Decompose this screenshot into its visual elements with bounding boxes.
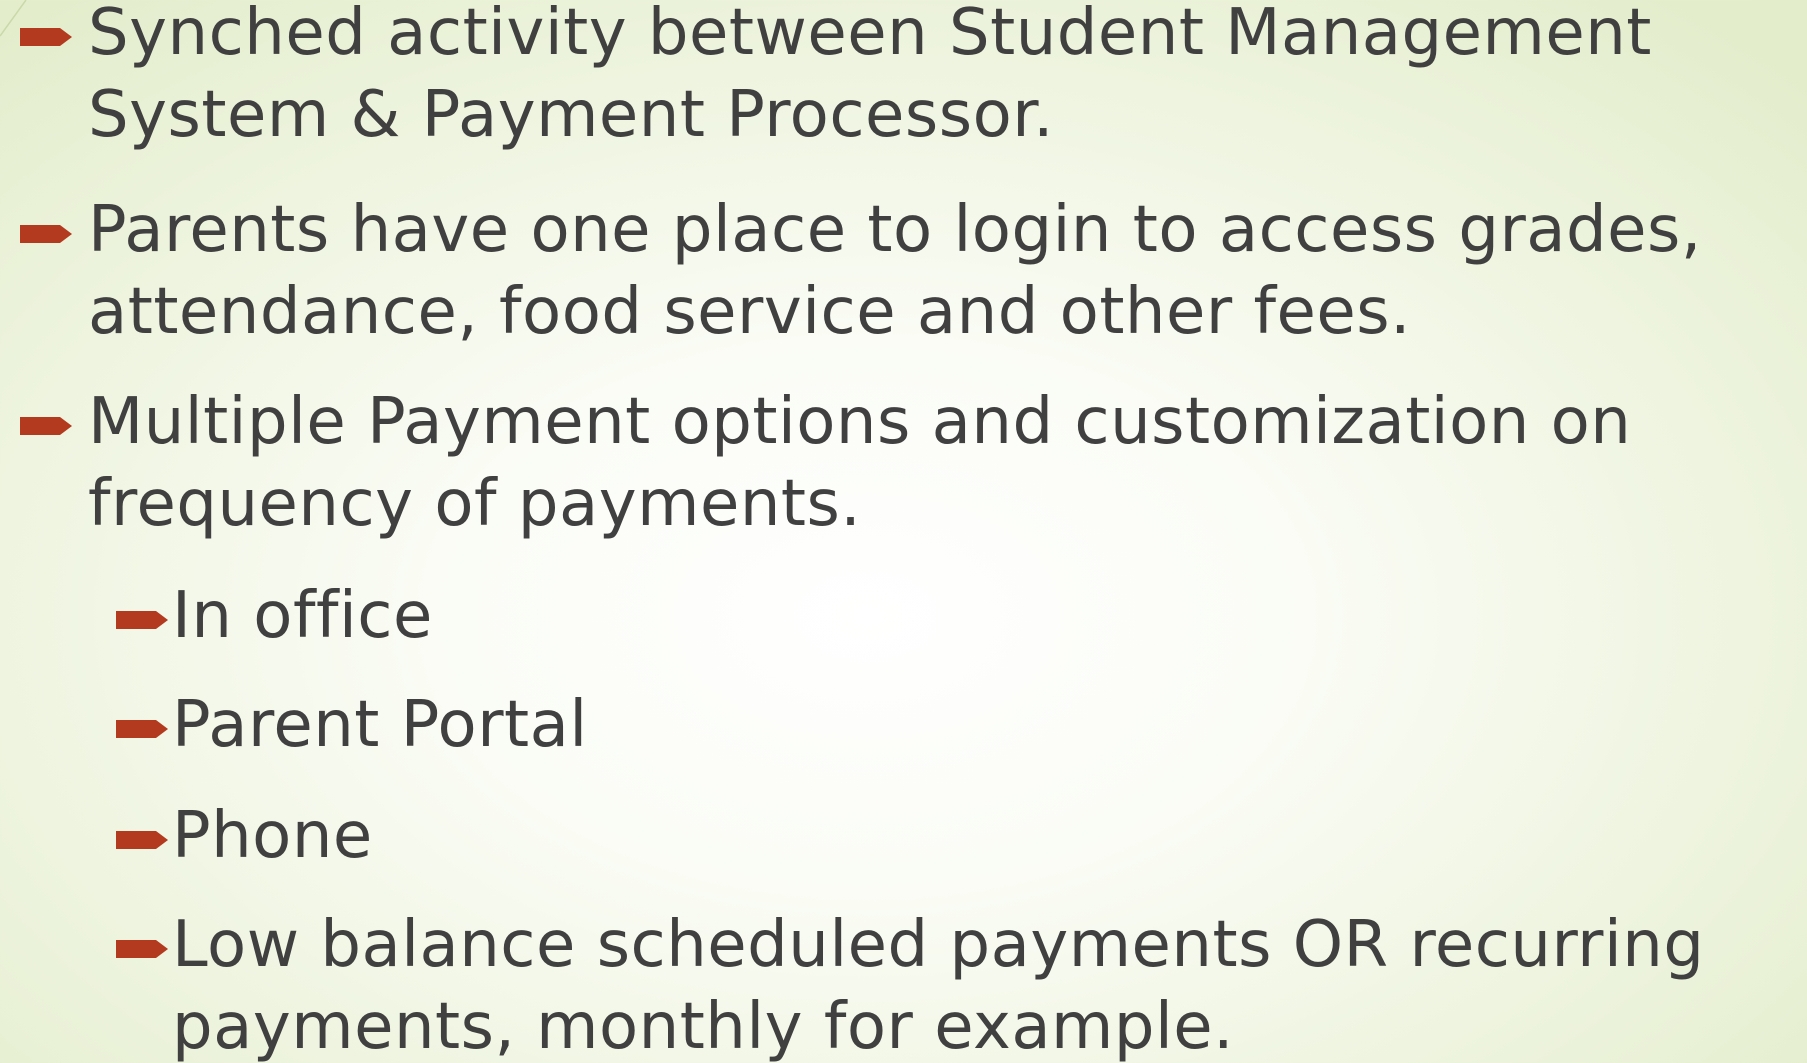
bullet-text-line: Synched activity between Student Managem… (88, 0, 1652, 70)
arrow-bullet-icon (20, 223, 72, 245)
bullet-text: Multiple Payment options and customizati… (88, 381, 1631, 545)
sub-bullet-text: Phone (172, 795, 373, 877)
arrow-bullet-icon (116, 609, 168, 631)
sub-bullet-item: Phone (116, 795, 373, 877)
arrow-bullet-icon (116, 938, 168, 960)
bullet-text-line: Multiple Payment options and customizati… (88, 385, 1632, 459)
bullet-text-line: Parents have one place to login to acces… (88, 193, 1702, 267)
arrow-bullet-icon (20, 26, 72, 48)
sub-bullet-text: Parent Portal (172, 684, 588, 766)
slide-content: Synched activity between Student Managem… (0, 0, 1807, 1063)
bullet-text-line: frequency of payments. (88, 467, 862, 541)
bullet-item: Parents have one place to login to acces… (20, 189, 1702, 353)
bullet-text-line: attendance, food service and other fees. (88, 275, 1411, 349)
sub-bullet-text: Low balance scheduled payments OR recurr… (172, 904, 1704, 1063)
sub-bullet-text-line: Parent Portal (172, 688, 588, 762)
bullet-item: Synched activity between Student Managem… (20, 0, 1652, 156)
sub-bullet-text-line: Low balance scheduled payments OR recurr… (172, 908, 1705, 982)
sub-bullet-item: In office (116, 575, 433, 657)
arrow-bullet-icon (116, 718, 168, 740)
sub-bullet-text-line: Phone (172, 799, 373, 873)
bullet-item: Multiple Payment options and customizati… (20, 381, 1631, 545)
sub-bullet-text-line: In office (172, 579, 433, 653)
sub-bullet-text: In office (172, 575, 433, 657)
sub-bullet-item: Low balance scheduled payments OR recurr… (116, 904, 1704, 1063)
arrow-bullet-icon (20, 415, 72, 437)
bullet-text: Parents have one place to login to acces… (88, 189, 1702, 353)
bullet-text-line: System & Payment Processor. (88, 78, 1054, 152)
arrow-bullet-icon (116, 829, 168, 851)
bullet-text: Synched activity between Student Managem… (88, 0, 1652, 156)
sub-bullet-text-line: payments, monthly for example. (172, 990, 1234, 1063)
sub-bullet-item: Parent Portal (116, 684, 588, 766)
